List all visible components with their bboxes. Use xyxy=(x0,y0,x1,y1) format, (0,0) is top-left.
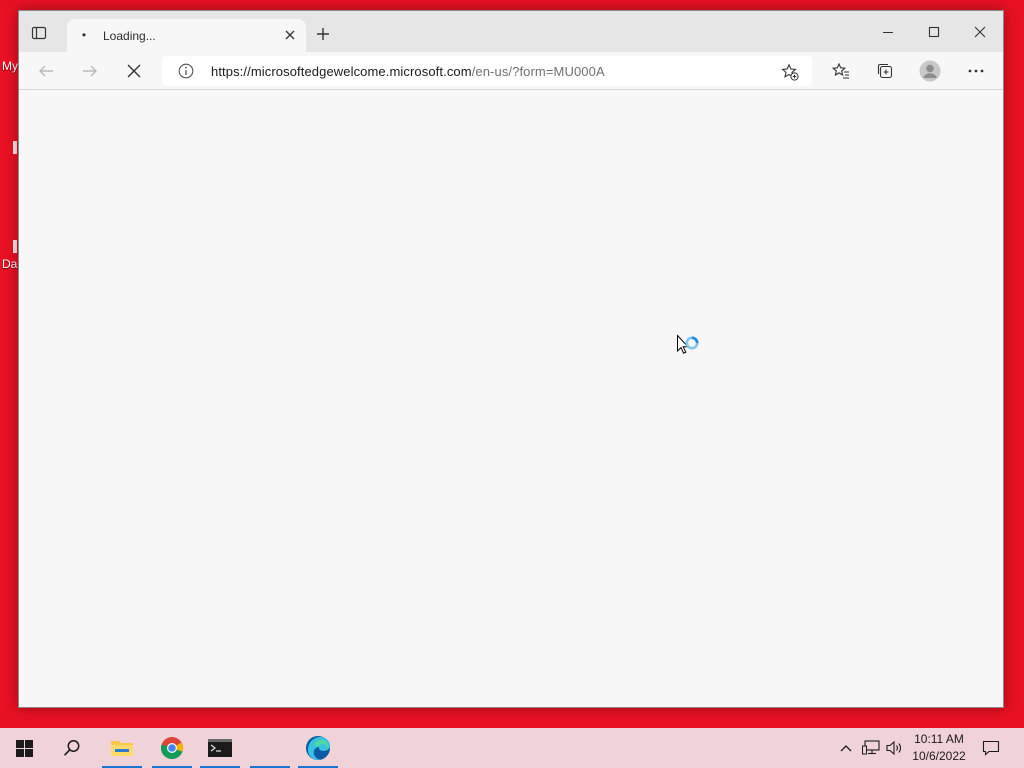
chevron-up-icon xyxy=(840,745,852,752)
back-icon xyxy=(39,65,53,77)
favorites-button[interactable] xyxy=(827,58,855,84)
volume-icon xyxy=(886,740,901,756)
url-host: https://microsoftedgewelcome.microsoft.c… xyxy=(211,64,472,79)
favorites-icon xyxy=(832,62,849,79)
desktop-icon[interactable] xyxy=(13,240,17,253)
back-button[interactable] xyxy=(32,58,60,84)
browser-window: • Loading... https://microsoftedgewelcom… xyxy=(18,10,1004,708)
clock-date: 10/6/2022 xyxy=(912,749,966,763)
more-icon xyxy=(968,69,984,73)
address-url[interactable]: https://microsoftedgewelcome.microsoft.c… xyxy=(211,64,605,79)
start-icon xyxy=(15,739,33,757)
close-window-button[interactable] xyxy=(957,11,1003,52)
clock[interactable]: 10:11 AM 10/6/2022 xyxy=(905,731,973,765)
terminal-button[interactable] xyxy=(196,728,244,768)
notification-icon xyxy=(982,740,1000,756)
notifications-button[interactable] xyxy=(980,728,1002,768)
forward-button[interactable] xyxy=(76,58,104,84)
tab-loading[interactable]: • Loading... xyxy=(67,19,306,52)
tab-actions-icon[interactable] xyxy=(29,23,49,43)
edge-icon xyxy=(306,736,330,760)
network-button[interactable] xyxy=(860,728,882,768)
edge-button[interactable] xyxy=(294,728,342,768)
chrome-button[interactable] xyxy=(148,728,196,768)
network-icon xyxy=(862,740,880,755)
maximize-button[interactable] xyxy=(911,11,957,52)
start-button[interactable] xyxy=(0,728,48,768)
volume-button[interactable] xyxy=(884,728,906,768)
profile-icon xyxy=(919,60,941,82)
tab-title: Loading... xyxy=(103,29,156,43)
taskbar: 10:11 AM 10/6/2022 xyxy=(0,728,1024,768)
desktop-icon-label-da[interactable]: Da xyxy=(2,257,17,271)
page-content[interactable] xyxy=(19,91,1003,707)
collections-button[interactable] xyxy=(871,58,899,84)
desktop-icon-label-my[interactable]: My xyxy=(2,59,18,73)
window-caption-buttons xyxy=(865,11,1003,52)
file-explorer-icon xyxy=(111,741,133,756)
file-explorer-button[interactable] xyxy=(98,728,146,768)
add-favorite-icon[interactable] xyxy=(780,62,800,82)
address-bar[interactable]: https://microsoftedgewelcome.microsoft.c… xyxy=(162,56,812,86)
new-tab-button[interactable] xyxy=(313,24,333,44)
chrome-icon xyxy=(160,737,183,760)
close-tab-icon[interactable] xyxy=(282,27,298,43)
show-hidden-icons-button[interactable] xyxy=(836,728,856,768)
search-icon xyxy=(63,740,80,756)
taskbar-open-slot[interactable] xyxy=(246,728,294,768)
clock-time: 10:11 AM xyxy=(914,732,964,746)
url-path: /en-us/?form=MU000A xyxy=(471,64,605,79)
terminal-icon xyxy=(208,739,232,757)
tab-favicon-icon: • xyxy=(81,28,87,42)
tab-strip: • Loading... xyxy=(19,11,1003,52)
forward-icon xyxy=(83,65,97,77)
stop-button[interactable] xyxy=(120,58,148,84)
browser-toolbar: https://microsoftedgewelcome.microsoft.c… xyxy=(19,52,1003,90)
site-info-icon[interactable] xyxy=(178,63,194,79)
busy-cursor-icon xyxy=(677,334,699,354)
more-options-button[interactable] xyxy=(962,58,990,84)
stop-icon xyxy=(127,64,141,78)
desktop-icon[interactable] xyxy=(13,141,17,154)
collections-icon xyxy=(877,63,893,79)
minimize-button[interactable] xyxy=(865,11,911,52)
profile-button[interactable] xyxy=(916,58,944,84)
search-button[interactable] xyxy=(48,728,96,768)
